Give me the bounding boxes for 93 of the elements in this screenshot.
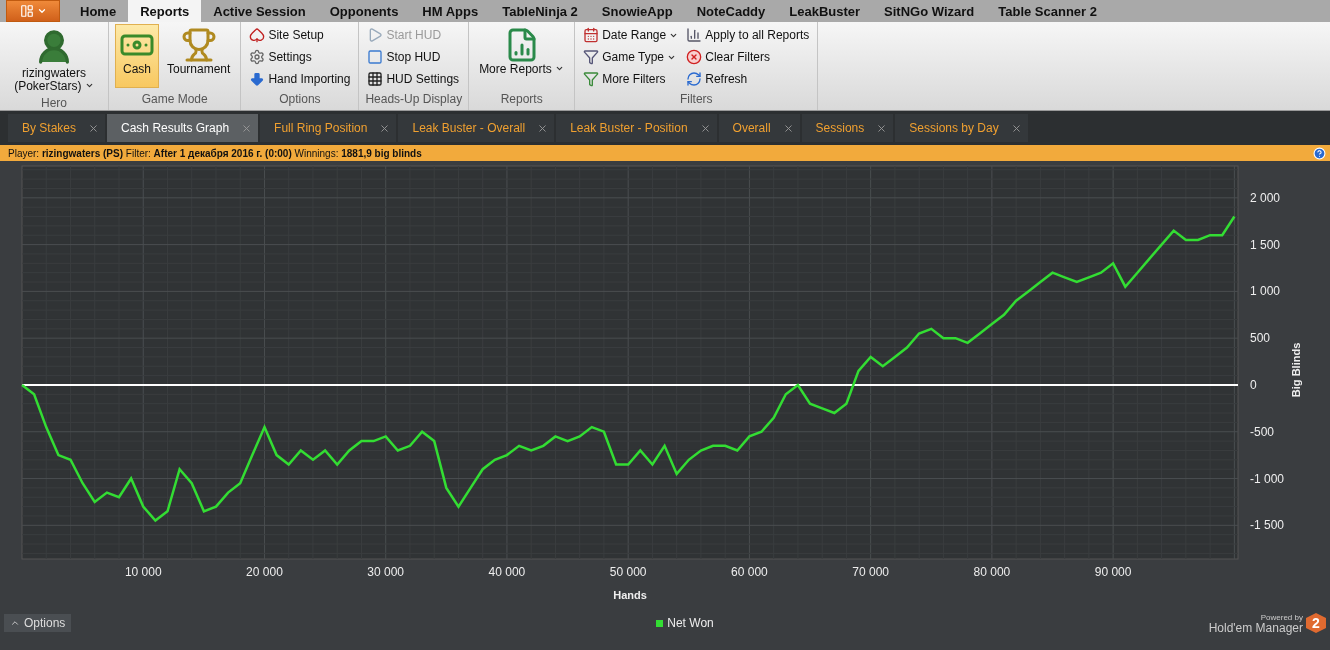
window-icon <box>19 4 34 18</box>
ribbon-button[interactable]: Site Setup <box>247 24 353 46</box>
caret-icon <box>84 81 94 90</box>
ribbon-button[interactable]: Hand Importing <box>247 68 353 90</box>
close-icon[interactable] <box>699 122 711 134</box>
menu-tab[interactable]: HM Apps <box>410 0 491 22</box>
logo-badge: 2 <box>1306 613 1326 633</box>
menu-tab[interactable]: SitNGo Wizard <box>872 0 987 22</box>
group-label: Hero <box>40 96 68 110</box>
menu-tab[interactable]: LeakBuster <box>777 0 873 22</box>
axis-title: Hands <box>613 589 647 601</box>
tick-label: 1 000 <box>1250 284 1281 299</box>
close-icon[interactable] <box>1010 122 1022 134</box>
ribbon-button[interactable]: Stop HUD <box>365 46 462 68</box>
report-tab[interactable]: Leak Buster - Position <box>556 114 717 142</box>
report-tab[interactable]: Leak Buster - Overall <box>398 114 555 142</box>
menu-tab[interactable]: Active Session <box>201 0 318 22</box>
menu-tab[interactable]: Table Scanner 2 <box>986 0 1109 22</box>
card-icon <box>249 27 266 43</box>
group-label: Heads-Up Display <box>365 92 463 108</box>
tick-label: 70 000 <box>852 565 889 579</box>
settings-icon <box>249 49 266 65</box>
report-tab[interactable]: Sessions <box>801 114 894 142</box>
ribbon-button[interactable]: rizingwaters (PokerStars) <box>6 24 102 96</box>
powered-by-text: Powered by <box>1260 613 1303 623</box>
caret-icon <box>36 6 47 16</box>
trophy-icon <box>180 27 217 63</box>
help-icon[interactable] <box>1313 146 1326 160</box>
ribbon-button[interactable]: Tournament <box>163 24 235 88</box>
report-tab[interactable]: Overall <box>718 114 800 142</box>
tick-label: 30 000 <box>367 565 405 579</box>
report-tab[interactable]: Full Ring Position <box>260 114 397 142</box>
ribbon-button[interactable]: More Reports <box>475 24 569 88</box>
tick-label: -1 000 <box>1250 471 1285 486</box>
chevron-up-icon <box>10 618 20 628</box>
menu-tab[interactable]: SnowieApp <box>589 0 685 22</box>
group-label: Options <box>278 92 322 108</box>
app-menu-button[interactable] <box>6 0 60 22</box>
tick-label: 20 000 <box>246 565 283 579</box>
refresh-icon <box>686 71 703 87</box>
ribbon-button[interactable]: Refresh <box>684 68 812 90</box>
close-icon[interactable] <box>537 122 549 134</box>
ribbon-button[interactable]: Date Range <box>581 24 681 46</box>
ribbon-button[interactable]: Apply to all Reports <box>684 24 812 46</box>
ribbon-button[interactable]: Cash <box>115 24 159 88</box>
play-icon <box>367 27 384 43</box>
menu-tab[interactable]: Opponents <box>317 0 411 22</box>
close-icon[interactable] <box>88 122 100 134</box>
ribbon-button[interactable]: Game Type <box>581 46 681 68</box>
tick-label: -500 <box>1250 424 1275 439</box>
tick-label: 60 000 <box>731 565 768 579</box>
legend-label: Net Won <box>667 616 714 630</box>
down-arrow-icon <box>249 71 266 87</box>
tick-label: 80 000 <box>973 565 1011 579</box>
tick-label: 40 000 <box>488 565 526 579</box>
menu-tab[interactable]: NoteCaddy <box>684 0 778 22</box>
axis-title: Big Blinds <box>1290 342 1302 398</box>
tick-label: 90 000 <box>1094 565 1132 579</box>
ribbon-button[interactable]: Settings <box>247 46 353 68</box>
square-icon <box>367 49 384 65</box>
group-label: Game Mode <box>140 92 209 108</box>
close-icon[interactable] <box>782 122 794 134</box>
menu-tab[interactable]: Reports <box>128 0 202 22</box>
filter-summary: Player: rizingwaters (PS) Filter: After 1 декабря 2016 г. (0:00) Winnings: 1881,9 big blinds <box>8 147 422 159</box>
tick-label: 10 000 <box>124 565 162 579</box>
tick-label: -1 500 <box>1250 518 1285 533</box>
close-icon[interactable] <box>876 122 888 134</box>
tick-label: 50 000 <box>609 565 647 579</box>
close-icon[interactable] <box>379 122 391 134</box>
tick-label: 2 000 <box>1250 190 1281 205</box>
product-name: Hold'em Manager <box>1208 623 1303 633</box>
tick-label: 0 <box>1250 377 1257 392</box>
close-icon[interactable] <box>241 122 253 134</box>
menu-tab[interactable]: TableNinja 2 <box>490 0 590 22</box>
ribbon-button[interactable]: More Filters <box>581 68 681 90</box>
menu-tab[interactable]: Home <box>68 0 129 22</box>
group-label: Reports <box>499 92 544 108</box>
filter-icon <box>583 49 600 65</box>
bar-chart-icon <box>686 27 703 43</box>
caret-icon <box>555 64 565 73</box>
report-tab[interactable]: By Stakes <box>8 114 106 142</box>
calendar-icon <box>583 27 600 43</box>
report-tab[interactable]: Sessions by Day <box>895 114 1028 142</box>
tick-label: 1 500 <box>1250 237 1281 252</box>
group-label: Filters <box>678 92 714 108</box>
ribbon-button[interactable]: Clear Filters <box>684 46 812 68</box>
clear-icon <box>686 49 703 65</box>
options-button[interactable]: Options <box>4 614 72 632</box>
filter-icon <box>583 71 600 87</box>
report-tab[interactable]: Cash Results Graph <box>107 114 259 142</box>
tick-label: 500 <box>1250 331 1271 346</box>
ribbon-button[interactable]: HUD Settings <box>365 68 462 90</box>
grid-icon <box>367 71 384 87</box>
